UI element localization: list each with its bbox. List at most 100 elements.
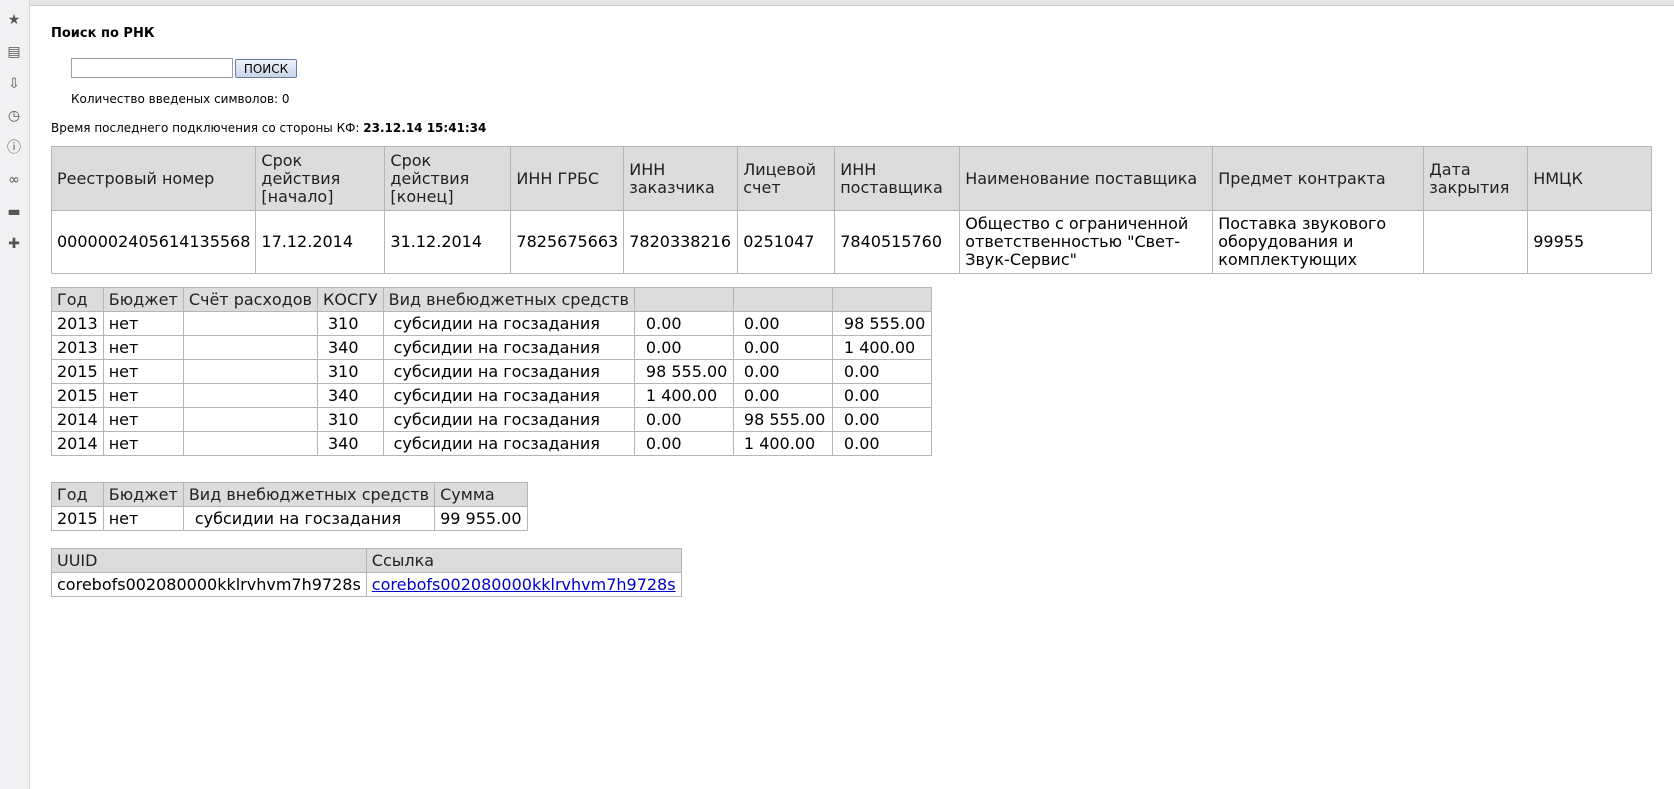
table-cell: 7840515760 — [834, 210, 961, 274]
table-cell: 0.00 — [732, 335, 833, 360]
table-cell: 99955 — [1527, 210, 1652, 274]
column-header — [732, 287, 833, 312]
table-cell: 0000002405614135568 — [50, 210, 257, 274]
column-header: ИНН ГРБС — [510, 146, 625, 211]
last-connection-label: Время последнего подключения со стороны … — [51, 121, 360, 135]
column-header: НМЦК — [1527, 146, 1652, 211]
table-cell: 1 400.00 — [732, 431, 833, 456]
column-header: Дата закрытия — [1423, 146, 1529, 211]
table-cell — [182, 311, 318, 336]
table-cell — [182, 359, 318, 384]
column-header: КОСГУ — [316, 287, 384, 312]
table-cell — [182, 383, 318, 408]
column-header: Бюджет — [102, 482, 184, 507]
table-cell: 98 555.00 — [633, 359, 734, 384]
table-cell: 2013 — [51, 311, 104, 336]
column-header — [633, 287, 734, 312]
table-cell: 0.00 — [831, 407, 932, 432]
column-header: Срок действия [конец] — [384, 146, 512, 211]
info-icon[interactable]: ⓘ — [6, 140, 22, 156]
table-cell: 340 — [316, 335, 384, 360]
column-header: Бюджет — [102, 287, 184, 312]
table-cell: 0.00 — [633, 335, 734, 360]
notes-icon[interactable]: ▤ — [6, 44, 22, 60]
table-cell: corebofs002080000kklrvhvm7h9728s — [365, 572, 682, 597]
column-header: Срок действия [начало] — [255, 146, 386, 211]
table-cell: 7825675663 — [510, 210, 625, 274]
table-row: 2015 нет субсидии на госзадания 99 955.0… — [51, 506, 528, 531]
column-header: Предмет контракта — [1212, 146, 1425, 211]
top-border — [30, 0, 1674, 6]
table-cell: нет — [102, 431, 184, 456]
table-cell — [1423, 210, 1529, 274]
card-icon[interactable]: ▬ — [6, 204, 22, 220]
column-header — [831, 287, 932, 312]
column-header: Наименование поставщика — [959, 146, 1214, 211]
column-header: Счёт расходов — [182, 287, 318, 312]
column-header: UUID — [51, 548, 367, 573]
table-cell: 0.00 — [633, 407, 734, 432]
table-cell: 310 — [316, 311, 384, 336]
table-cell: нет — [102, 359, 184, 384]
column-header: Вид внебюджетных средств — [382, 287, 635, 312]
column-header: ИНН заказчика — [623, 146, 739, 211]
table-cell: 98 555.00 — [732, 407, 833, 432]
table-cell: 1 400.00 — [831, 335, 932, 360]
table-cell: 2015 — [51, 359, 104, 384]
table-cell — [182, 335, 318, 360]
column-header: Вид внебюджетных средств — [182, 482, 436, 507]
table-cell: 2015 — [51, 506, 104, 531]
column-header: Сумма — [434, 482, 528, 507]
column-header: ИНН поставщика — [834, 146, 961, 211]
table-cell: нет — [102, 506, 184, 531]
table-cell: субсидии на госзадания — [382, 335, 635, 360]
table-header-row: Год Бюджет Счёт расходов КОСГУ Вид внебю… — [51, 287, 932, 312]
clock-icon[interactable]: ◷ — [6, 108, 22, 124]
table-cell: субсидии на госзадания — [182, 506, 436, 531]
table-cell: 17.12.2014 — [255, 210, 386, 274]
table-cell: 0.00 — [831, 359, 932, 384]
table-cell: субсидии на госзадания — [382, 383, 635, 408]
search-input[interactable] — [71, 58, 233, 78]
table-cell: 310 — [316, 359, 384, 384]
table-cell: 0.00 — [633, 431, 734, 456]
table-cell — [182, 431, 318, 456]
table-cell: 7820338216 — [623, 210, 739, 274]
table-cell — [182, 407, 318, 432]
table-cell: 2015 — [51, 383, 104, 408]
last-connection-value: 23.12.14 15:41:34 — [363, 121, 487, 135]
table-cell: 0.00 — [732, 383, 833, 408]
table-cell: 0251047 — [737, 210, 836, 274]
sidebar: ★ ▤ ⇩ ◷ ⓘ ∞ ▬ ✚ — [0, 0, 30, 789]
table-header-row: Год Бюджет Вид внебюджетных средств Сумм… — [51, 482, 528, 507]
table-cell: нет — [102, 407, 184, 432]
search-button[interactable]: ПОИСК — [235, 59, 297, 78]
table-header-row: Реестровый номер Срок действия [начало] … — [50, 146, 1652, 211]
char-count: Количество введеных символов: 0 — [71, 92, 290, 106]
contract-table: Реестровый номер Срок действия [начало] … — [50, 146, 1652, 274]
budget-table: Год Бюджет Счёт расходов КОСГУ Вид внебю… — [51, 287, 932, 456]
table-row: 2014 нет 310 субсидии на госзадания 0.00… — [51, 407, 932, 432]
table-cell: 0.00 — [732, 359, 833, 384]
table-cell: нет — [102, 311, 184, 336]
table-cell: 0.00 — [633, 311, 734, 336]
uuid-link[interactable]: corebofs002080000kklrvhvm7h9728s — [372, 575, 676, 594]
star-icon[interactable]: ★ — [6, 12, 22, 28]
inbox-icon[interactable]: ⇩ — [6, 76, 22, 92]
table-header-row: UUID Ссылка — [51, 548, 682, 573]
table-cell: 1 400.00 — [633, 383, 734, 408]
link-icon[interactable]: ∞ — [6, 172, 22, 188]
table-cell: 2014 — [51, 431, 104, 456]
table-cell: 340 — [316, 431, 384, 456]
table-row: 2015 нет 340 субсидии на госзадания 1 40… — [51, 383, 932, 408]
table-cell: 31.12.2014 — [384, 210, 512, 274]
uuid-table: UUID Ссылка corebofs002080000kklrvhvm7h9… — [51, 548, 682, 597]
table-cell: субсидии на госзадания — [382, 311, 635, 336]
column-header: Год — [51, 287, 104, 312]
column-header: Ссылка — [365, 548, 682, 573]
table-cell: 340 — [316, 383, 384, 408]
plus-icon[interactable]: ✚ — [6, 236, 22, 252]
column-header: Реестровый номер — [50, 146, 257, 211]
table-cell: 310 — [316, 407, 384, 432]
table-row: 2015 нет 310 субсидии на госзадания 98 5… — [51, 359, 932, 384]
